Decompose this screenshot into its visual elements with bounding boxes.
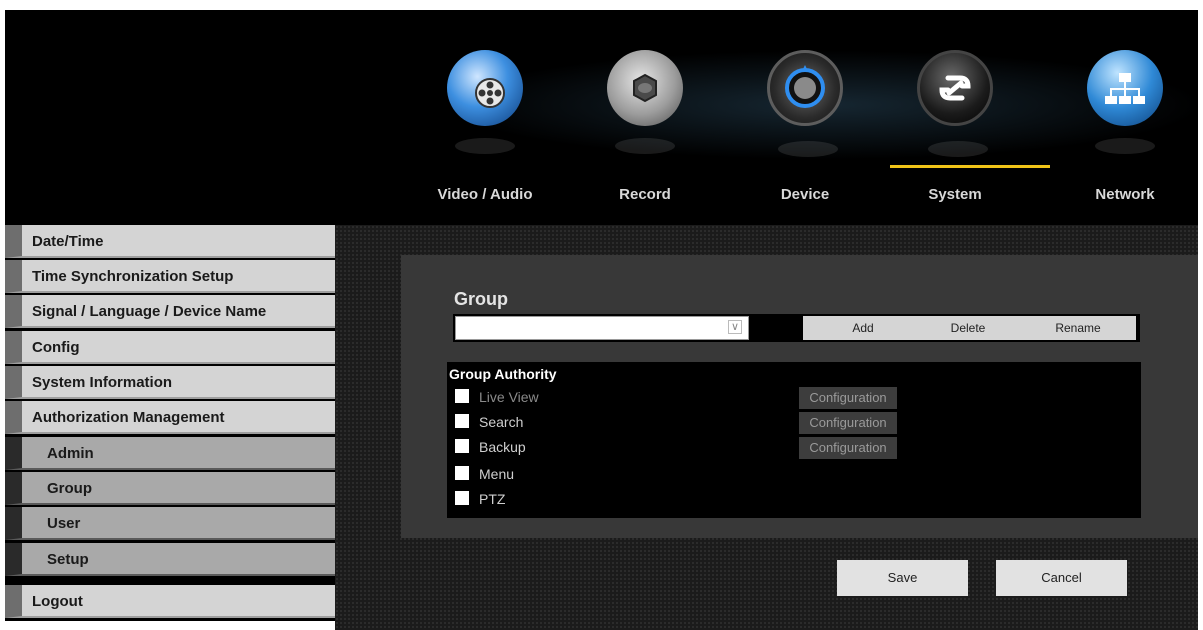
sidebar-subitem-label: Group	[47, 480, 92, 497]
tab-label: System	[928, 186, 982, 203]
content-area: Group ∨ Add Delete Rename Group Authorit…	[335, 225, 1198, 630]
rename-button[interactable]: Rename	[1028, 316, 1128, 340]
sidebar-subitem-label: Admin	[47, 445, 94, 462]
sidebar-subitem-label: Setup	[47, 551, 89, 568]
record-icon	[607, 50, 683, 154]
add-button[interactable]: Add	[813, 316, 913, 340]
group-toolbar: ∨ Add Delete Rename	[453, 314, 1140, 342]
sidebar-item-label: Authorization Management	[32, 409, 225, 426]
sidebar-menu: Date/Time Time Synchronization Setup Sig…	[5, 225, 335, 621]
tab-record[interactable]: Record	[570, 50, 720, 225]
sidebar-item-config[interactable]: Config	[5, 331, 335, 364]
tab-label: Device	[780, 186, 830, 203]
sidebar-item-label: Signal / Language / Device Name	[32, 303, 267, 320]
search-checkbox[interactable]	[455, 414, 469, 428]
network-icon	[1087, 50, 1163, 154]
backup-checkbox[interactable]	[455, 439, 469, 453]
sidebar-subitem-label: User	[47, 515, 81, 532]
sidebar-item-authorization[interactable]: Authorization Management	[5, 401, 335, 434]
active-tab-indicator	[890, 165, 1050, 168]
live-view-configuration-button[interactable]: Configuration	[799, 387, 897, 409]
sidebar-subitem-group[interactable]: Group	[5, 472, 335, 505]
tab-label: Record	[619, 186, 671, 203]
tab-label: Network	[1095, 186, 1155, 203]
tab-video-audio[interactable]: Video / Audio	[410, 50, 560, 225]
ptz-checkbox[interactable]	[455, 491, 469, 505]
live-view-checkbox[interactable]	[455, 389, 469, 403]
device-icon	[767, 50, 843, 157]
group-title: Group	[454, 289, 508, 309]
tab-system[interactable]: System	[880, 50, 1050, 225]
authority-label: Live View	[479, 389, 539, 405]
backup-configuration-button[interactable]: Configuration	[799, 437, 897, 459]
cancel-button[interactable]: Cancel	[996, 560, 1127, 596]
tab-label: Video / Audio	[437, 186, 533, 203]
app-window: Video / Audio Record Device System Netwo…	[0, 0, 1203, 630]
sidebar-item-logout[interactable]: Logout	[5, 585, 335, 618]
sidebar-item-label: Logout	[32, 593, 83, 610]
sidebar-subitem-admin[interactable]: Admin	[5, 437, 335, 470]
authority-label: PTZ	[479, 491, 506, 507]
authority-label: Backup	[479, 439, 526, 455]
group-authority-title: Group Authority	[449, 366, 557, 382]
sidebar-item-system-information[interactable]: System Information	[5, 366, 335, 399]
tab-network[interactable]: Network	[1050, 50, 1200, 225]
sidebar-item-label: Date/Time	[32, 233, 104, 250]
sidebar-item-label: Time Synchronization Setup	[32, 268, 234, 285]
search-configuration-button[interactable]: Configuration	[799, 412, 897, 434]
sidebar-subitem-setup[interactable]: Setup	[5, 543, 335, 576]
menu-checkbox[interactable]	[455, 466, 469, 480]
system-icon	[917, 50, 993, 157]
group-panel: Group ∨ Add Delete Rename Group Authorit…	[401, 255, 1198, 538]
sidebar-subitem-user[interactable]: User	[5, 507, 335, 540]
sidebar-item-label: System Information	[32, 374, 173, 391]
tab-device[interactable]: Device	[730, 50, 880, 225]
save-button[interactable]: Save	[837, 560, 968, 596]
sidebar-item-date-time[interactable]: Date/Time	[5, 225, 335, 258]
authority-label: Menu	[479, 466, 515, 482]
group-authority-box: Group Authority Live View Configuration …	[447, 362, 1141, 518]
video-audio-icon	[447, 50, 523, 154]
sidebar-item-time-sync[interactable]: Time Synchronization Setup	[5, 260, 335, 293]
sidebar-item-label: Config	[32, 339, 80, 356]
group-select[interactable]: ∨	[455, 316, 749, 340]
chevron-down-icon: ∨	[728, 320, 742, 334]
delete-button[interactable]: Delete	[918, 316, 1018, 340]
top-nav-bar: Video / Audio Record Device System Netwo…	[5, 10, 1203, 225]
authority-label: Search	[479, 414, 524, 430]
sidebar-item-signal-language[interactable]: Signal / Language / Device Name	[5, 295, 335, 328]
